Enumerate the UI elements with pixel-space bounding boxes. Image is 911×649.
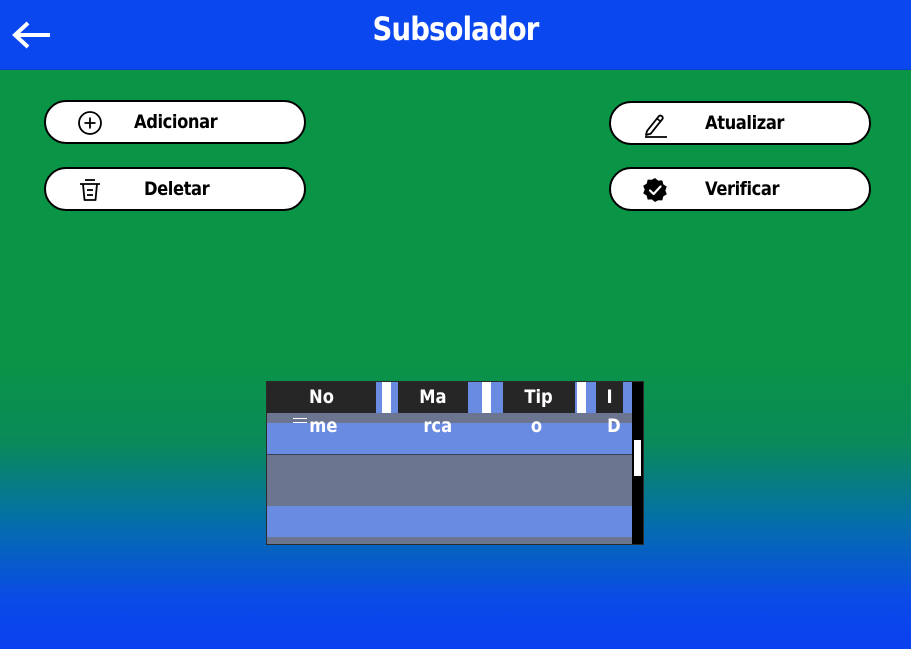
verified-badge-icon — [643, 178, 667, 202]
top-bar: Subsolador — [0, 0, 911, 70]
sort-indicator — [293, 418, 307, 423]
add-button[interactable]: Adicionar — [44, 100, 306, 144]
plus-circle-icon — [78, 111, 102, 135]
update-button[interactable]: Atualizar — [609, 101, 871, 145]
data-table[interactable]: No Ma Tip I me rca o D — [266, 381, 644, 545]
delete-button-label: Deletar — [144, 178, 210, 200]
trash-icon — [80, 179, 100, 201]
column-divider[interactable] — [376, 382, 398, 413]
table-row[interactable] — [267, 506, 633, 537]
vertical-scrollbar[interactable] — [632, 382, 643, 544]
column-divider[interactable] — [468, 382, 503, 413]
column-header-marca-wrap: rca — [423, 415, 453, 437]
update-button-label: Atualizar — [705, 112, 785, 134]
page-title: Subsolador — [372, 10, 540, 48]
pencil-icon — [645, 114, 667, 138]
add-button-label: Adicionar — [134, 111, 218, 133]
column-header-id-wrap: D — [607, 415, 621, 437]
column-header-tipo-wrap: o — [531, 415, 543, 437]
column-header-nome-wrap: me — [308, 415, 338, 437]
column-header-marca[interactable]: Ma — [398, 382, 468, 413]
back-button[interactable] — [8, 18, 56, 52]
column-header-tipo[interactable]: Tip — [503, 382, 575, 413]
column-divider[interactable] — [575, 382, 596, 413]
verify-button-label: Verificar — [705, 178, 780, 200]
screen: Subsolador Adicionar Deletar Atualizar V… — [0, 0, 911, 649]
delete-button[interactable]: Deletar — [44, 167, 306, 211]
column-header-nome[interactable]: No — [267, 382, 376, 413]
verify-button[interactable]: Verificar — [609, 167, 871, 211]
column-header-id[interactable]: I — [596, 382, 623, 413]
arrow-left-icon — [12, 21, 50, 49]
table-row[interactable] — [267, 454, 633, 507]
scrollbar-thumb[interactable] — [634, 440, 641, 476]
